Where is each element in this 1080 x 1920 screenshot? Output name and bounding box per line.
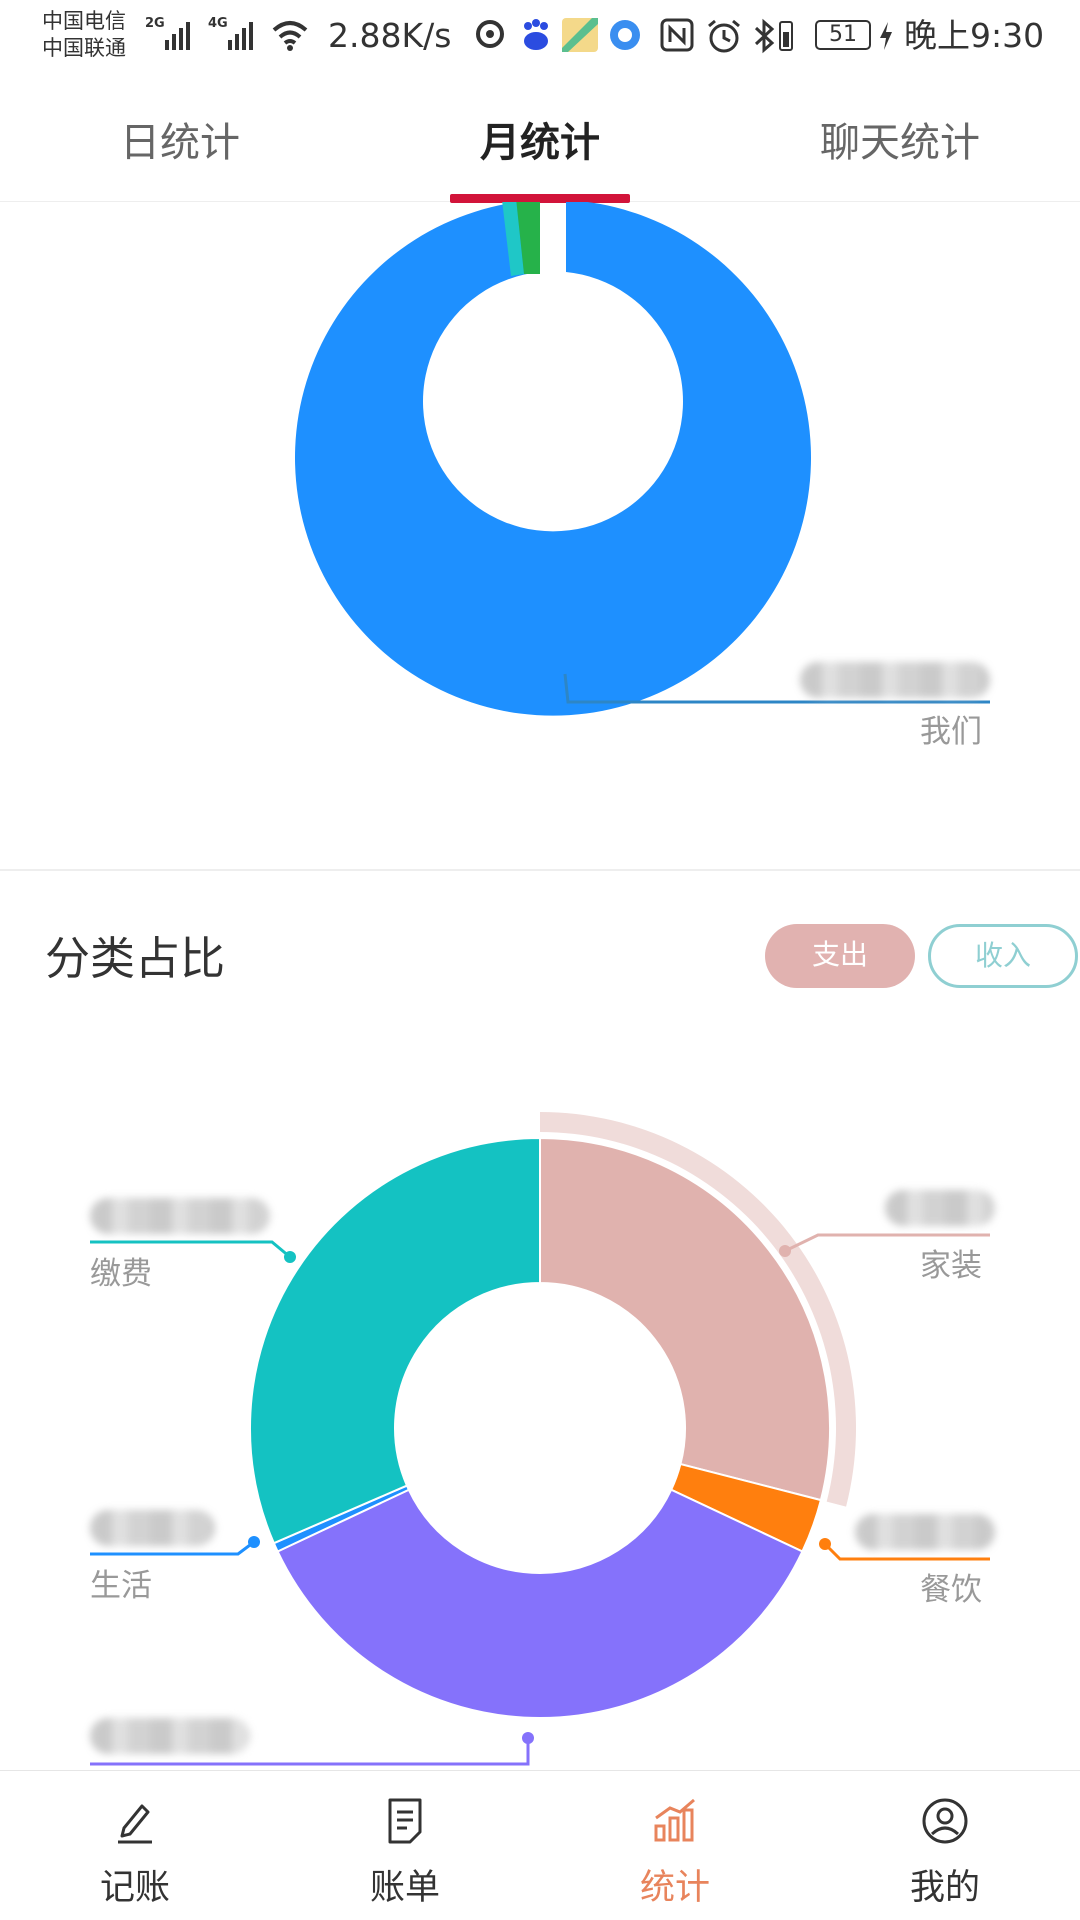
signal-2g-icon: 2G <box>145 16 190 50</box>
canyin-amount-blurred <box>855 1514 995 1550</box>
slice-label-canyin: 餐饮 <box>920 1572 982 1608</box>
tab-chat[interactable]: 聊天统计 <box>800 110 1000 168</box>
bill-icon <box>388 1798 422 1844</box>
battery-level: 51 <box>829 22 857 47</box>
phone-battery-icon <box>779 21 793 51</box>
signal-4g-icon: 4G <box>208 16 253 50</box>
bar-chart-icon <box>654 1798 695 1842</box>
member-donut-chart <box>295 202 990 716</box>
carrier-labels: 中国电信 中国联通 <box>42 8 126 62</box>
donut-hole <box>395 1283 685 1573</box>
bottom-nav-bar: 记账 账单 统计 我的 <box>0 1770 1080 1920</box>
member-amount-blurred <box>800 662 990 698</box>
member-label-women: 我们 <box>920 714 982 750</box>
nfc-icon <box>660 18 694 52</box>
net-type-4g: 4G <box>208 16 228 31</box>
nav-stats-label: 统计 <box>639 1868 710 1908</box>
nav-record[interactable]: 记账 <box>0 1771 270 1920</box>
jiaofei-amount-blurred <box>90 1198 270 1234</box>
nav-record-label: 记账 <box>99 1868 170 1908</box>
battery-icon: 51 <box>815 20 871 50</box>
netease-icon <box>476 20 504 48</box>
carrier-1: 中国电信 <box>42 9 126 33</box>
slice-label-shenghuo: 生活 <box>90 1568 152 1604</box>
net-type-2g: 2G <box>145 16 165 31</box>
wifi-icon <box>272 21 308 51</box>
pencil-icon <box>118 1804 152 1844</box>
slice-label-jiazhuang: 家装 <box>920 1248 982 1284</box>
bluetooth-icon <box>754 18 775 54</box>
network-speed: 2.88K/s <box>328 16 452 55</box>
slice-label-jiaofei: 缴费 <box>90 1256 152 1292</box>
section-divider <box>0 869 1080 871</box>
status-bar: 中国电信 中国联通 2G 4G 2.88K/s 51 晚上9:30 <box>0 0 1080 72</box>
member-slice-main <box>295 202 811 716</box>
expense-toggle-button[interactable]: 支出 <box>765 924 915 988</box>
browser-app-icon <box>610 20 640 50</box>
stats-tab-bar: 日统计 月统计 聊天统计 <box>0 72 1080 203</box>
jiazhuang-amount-blurred <box>885 1190 995 1226</box>
shenghuo-amount-blurred <box>90 1510 215 1546</box>
user-icon <box>922 1798 968 1844</box>
tab-monthly[interactable]: 月统计 <box>440 110 640 168</box>
charging-icon <box>880 22 892 50</box>
carrier-2: 中国联通 <box>42 36 126 60</box>
clock: 晚上9:30 <box>904 16 1045 55</box>
category-ratio-title: 分类占比 <box>45 932 226 985</box>
income-toggle-button[interactable]: 收入 <box>928 924 1078 988</box>
maps-app-icon <box>562 18 598 52</box>
nav-bill[interactable]: 账单 <box>270 1771 540 1920</box>
alarm-icon <box>708 19 740 53</box>
nav-mine-label: 我的 <box>909 1868 980 1908</box>
nav-mine[interactable]: 我的 <box>810 1771 1080 1920</box>
nav-stats[interactable]: 统计 <box>540 1771 810 1920</box>
nav-bill-label: 账单 <box>369 1868 440 1908</box>
baidu-icon <box>524 19 548 50</box>
stats-content[interactable]: 我们 分类占比 支出 收入 家装 餐饮 生活 缴费 <box>0 202 1080 1770</box>
purple-amount-blurred <box>90 1718 250 1754</box>
tab-daily[interactable]: 日统计 <box>80 110 280 168</box>
